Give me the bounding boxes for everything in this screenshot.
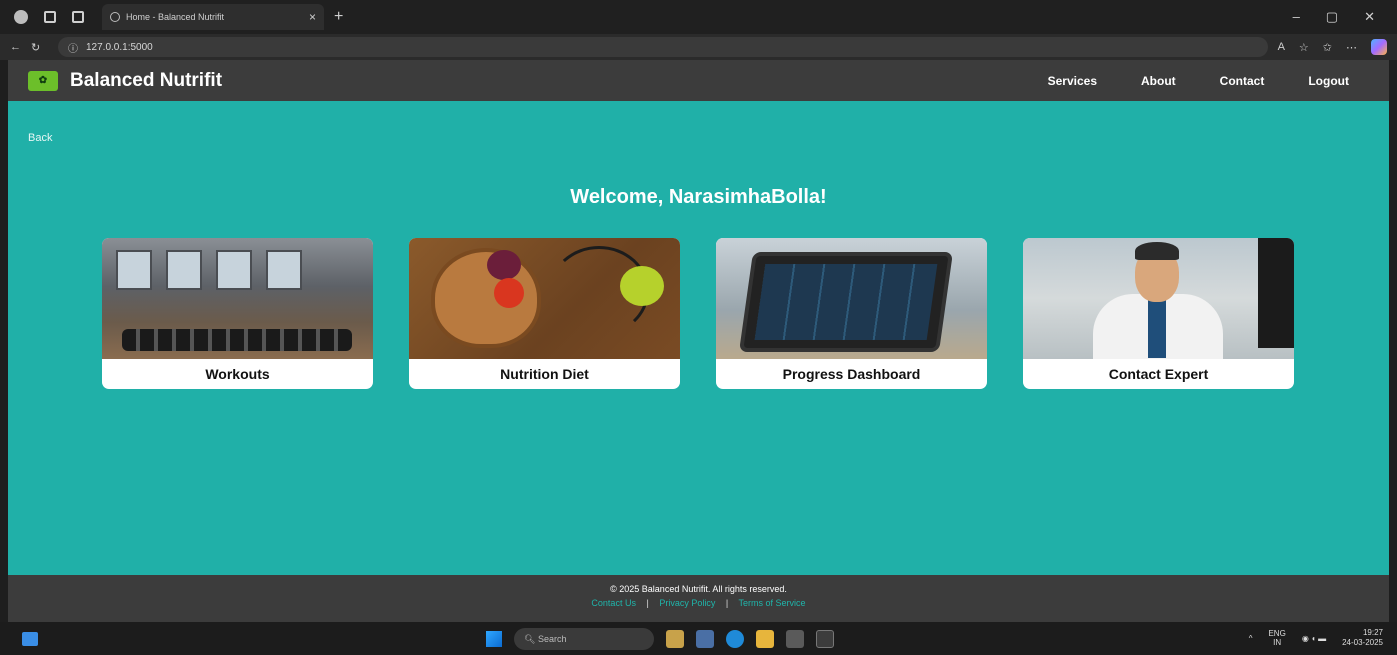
taskbar-apps: 🔍︎ Search xyxy=(486,628,834,650)
card-label: Contact Expert xyxy=(1108,366,1209,382)
tab-close-button[interactable]: × xyxy=(309,10,316,24)
os-taskbar: 🔍︎ Search ^ ENG IN ◉ ◖ ▬ 19:27 24-03-202… xyxy=(0,622,1397,655)
nav-logout[interactable]: Logout xyxy=(1308,74,1349,88)
news-widget-icon[interactable] xyxy=(666,630,684,648)
footer-links: Contact Us | Privacy Policy | Terms of S… xyxy=(8,598,1389,608)
favorite-star-icon[interactable]: ☆ xyxy=(1299,41,1309,54)
maximize-button[interactable]: ▢ xyxy=(1326,9,1338,25)
url-text: 127.0.0.1:5000 xyxy=(86,41,153,53)
welcome-heading: Welcome, NarasimhaBolla! xyxy=(570,186,827,208)
nutrition-image xyxy=(409,238,680,359)
profile-icon[interactable] xyxy=(14,10,28,24)
footer-contact-us[interactable]: Contact Us xyxy=(591,598,636,608)
back-link[interactable]: Back xyxy=(28,132,52,144)
tablet-device xyxy=(738,252,954,352)
card-nutrition-diet[interactable]: Nutrition Diet xyxy=(409,238,680,389)
footer-separator: | xyxy=(725,598,729,608)
site-header: ✿ Balanced Nutrifit Services About Conta… xyxy=(8,60,1389,101)
nav-about[interactable]: About xyxy=(1141,74,1176,88)
clock-date: 24-03-2025 xyxy=(1342,638,1383,647)
card-label: Progress Dashboard xyxy=(782,366,921,382)
language-indicator[interactable]: ENG IN xyxy=(1268,629,1285,647)
gym-window xyxy=(216,250,252,290)
gym-window xyxy=(116,250,152,290)
lang-code: ENG xyxy=(1268,629,1286,638)
doctor-hair xyxy=(1135,242,1179,260)
tab-actions-icon[interactable] xyxy=(72,11,84,23)
dumbbell-rack xyxy=(122,329,352,351)
nav-buttons: ← ↻ xyxy=(10,41,50,54)
tab-title: Home - Balanced Nutrifit xyxy=(126,12,225,22)
system-tray: ^ ENG IN ◉ ◖ ▬ 19:27 24-03-2025 xyxy=(1249,628,1383,648)
card-progress-dashboard[interactable]: Progress Dashboard xyxy=(716,238,987,389)
clock-time: 19:27 xyxy=(1362,628,1383,637)
wifi-volume-battery-icon[interactable]: ◉ ◖ ▬ xyxy=(1302,634,1326,643)
card-label: Workouts xyxy=(205,366,270,382)
edge-browser-icon[interactable] xyxy=(726,630,744,648)
gym-window xyxy=(166,250,202,290)
refresh-icon[interactable]: ↻ xyxy=(31,41,40,54)
terminal-icon[interactable] xyxy=(816,630,834,648)
browser-tab[interactable]: Home - Balanced Nutrifit × xyxy=(102,4,324,30)
card-workouts[interactable]: Workouts xyxy=(102,238,373,389)
apple xyxy=(620,266,664,306)
feature-cards: Workouts Nutrition Diet Progress Dashboa… xyxy=(102,238,1294,389)
nav-contact[interactable]: Contact xyxy=(1220,74,1265,88)
search-icon: 🔍︎ xyxy=(524,633,538,644)
food-bowl xyxy=(431,248,541,348)
task-view-icon[interactable] xyxy=(696,630,714,648)
main-content: Back Welcome, NarasimhaBolla! Workouts N… xyxy=(8,101,1389,575)
footer-terms-of-service[interactable]: Terms of Service xyxy=(739,598,806,608)
back-arrow-icon[interactable]: ← xyxy=(10,41,21,54)
main-nav: Services About Contact Logout xyxy=(1048,74,1349,88)
site-info-icon[interactable]: ⓘ xyxy=(68,40,78,55)
tray-chevron-icon[interactable]: ^ xyxy=(1249,634,1253,643)
onion xyxy=(487,250,521,280)
close-window-button[interactable]: ✕ xyxy=(1364,9,1375,25)
tablet-image xyxy=(716,238,987,359)
tomato xyxy=(494,278,524,308)
card-contact-expert[interactable]: Contact Expert xyxy=(1023,238,1294,389)
lang-region: IN xyxy=(1273,638,1282,647)
read-aloud-icon[interactable]: A xyxy=(1278,41,1285,53)
copyright-text: © 2025 Balanced Nutrifit. All rights res… xyxy=(610,584,787,594)
browser-titlebar: Home - Balanced Nutrifit × + – ▢ ✕ xyxy=(0,0,1397,34)
url-field[interactable]: ⓘ 127.0.0.1:5000 xyxy=(58,37,1268,57)
browser-toolbar: A ☆ ✩ ⋯ xyxy=(1278,39,1387,55)
footer-separator: | xyxy=(646,598,649,608)
store-icon[interactable] xyxy=(786,630,804,648)
nav-services[interactable]: Services xyxy=(1048,74,1097,88)
address-bar-row: ← ↻ ⓘ 127.0.0.1:5000 A ☆ ✩ ⋯ xyxy=(0,34,1397,60)
monitor xyxy=(1258,238,1294,348)
doctor-shirt xyxy=(1148,298,1166,358)
brand-name[interactable]: Balanced Nutrifit xyxy=(70,70,222,92)
tab-favicon-icon xyxy=(110,12,120,22)
taskbar-search[interactable]: 🔍︎ Search xyxy=(514,628,654,650)
search-placeholder: Search xyxy=(537,634,567,644)
footer-privacy-policy[interactable]: Privacy Policy xyxy=(659,598,715,608)
start-menu-icon[interactable] xyxy=(486,631,502,647)
brand-logo-icon[interactable]: ✿ xyxy=(28,70,58,91)
widgets-icon[interactable] xyxy=(22,631,38,646)
card-label: Nutrition Diet xyxy=(500,366,589,382)
gym-window xyxy=(266,250,302,290)
doctor-image xyxy=(1023,238,1294,359)
more-options-icon[interactable]: ⋯ xyxy=(1346,41,1357,54)
window-controls: – ▢ ✕ xyxy=(1293,9,1375,25)
minimize-button[interactable]: – xyxy=(1293,9,1300,25)
site-footer: © 2025 Balanced Nutrifit. All rights res… xyxy=(8,575,1389,622)
copilot-icon[interactable] xyxy=(1371,39,1387,55)
file-explorer-icon[interactable] xyxy=(756,630,774,648)
gym-image xyxy=(102,238,373,359)
workspaces-icon[interactable] xyxy=(44,11,56,23)
clock[interactable]: 19:27 24-03-2025 xyxy=(1342,628,1383,648)
new-tab-button[interactable]: + xyxy=(334,8,343,26)
favorites-icon[interactable]: ✩ xyxy=(1323,41,1332,54)
